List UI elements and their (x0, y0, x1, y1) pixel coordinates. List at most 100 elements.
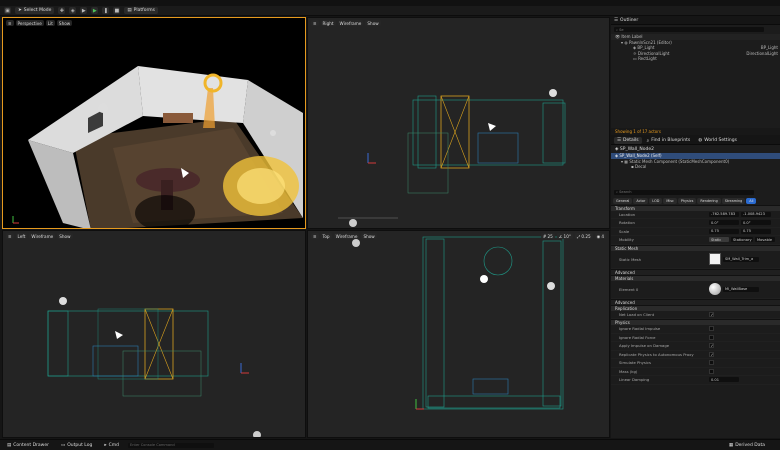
platforms-button[interactable]: ▤ Platforms (124, 7, 158, 14)
show-button[interactable]: Show (365, 20, 381, 26)
camera-speed-icon: ◉ (596, 233, 601, 239)
rotation-x-field[interactable]: 0.0° (709, 220, 739, 226)
pause-icon[interactable]: ❚ (102, 7, 110, 14)
section-label: Advanced (615, 269, 635, 275)
show-button[interactable]: Show (361, 233, 377, 239)
shading-button[interactable]: Wireframe (333, 233, 360, 239)
shading-label: Wireframe (31, 233, 54, 239)
filter-tab-label: Physics (680, 198, 694, 203)
level-icon: ▾ ◍ (621, 39, 630, 45)
viewport-left[interactable]: ≡ Left Wireframe Show (2, 230, 306, 438)
filter-tab-general[interactable]: General (613, 197, 633, 204)
net-load-checkbox[interactable] (709, 311, 714, 317)
show-button[interactable]: Show (56, 20, 73, 26)
material-picker[interactable]: MI_WallBase (723, 286, 759, 292)
viewport-menu-button[interactable]: ≡ (311, 20, 319, 26)
mobility-movable-button[interactable]: Movable (755, 237, 775, 243)
outliner-search-placeholder: Se (619, 27, 624, 32)
cmd-button[interactable]: ▸ Cmd (101, 442, 122, 449)
details-search-placeholder: Search (619, 190, 632, 194)
view-mode-button[interactable]: Perspective (15, 20, 44, 26)
save-icon[interactable]: ▣ (4, 7, 11, 14)
filter-tab-label: Rendering (700, 198, 718, 203)
filter-tab-actor[interactable]: Actor (633, 197, 649, 204)
rotation-y-field[interactable]: 0.0° (741, 220, 771, 226)
view-mode-label: Perspective (17, 20, 42, 26)
static-mesh-picker[interactable]: SM_Wall_Trim_a (723, 256, 759, 262)
angle-snap-button[interactable]: ∠ 10° (556, 233, 573, 239)
viewport-menu-button[interactable]: ≡ (6, 233, 14, 239)
filter-tab-rendering[interactable]: Rendering (697, 197, 721, 204)
view-mode-button[interactable]: Left (15, 233, 28, 239)
output-log-button[interactable]: ▭ Output Log (58, 442, 95, 449)
details-search-input[interactable]: ⌕ Search (614, 189, 754, 195)
globe-icon: ◍ (698, 138, 703, 143)
mobility-stationary-button[interactable]: Stationary (731, 237, 753, 243)
content-drawer-button[interactable]: ▤ Content Drawer (4, 442, 52, 449)
prop-net-load: Net Load on Client (611, 311, 780, 319)
filter-tab-lod[interactable]: LOD (649, 197, 663, 204)
outliner-icon: ☰ (614, 18, 619, 23)
add-actor-icon[interactable]: ✚ (58, 7, 66, 14)
mobility-static-button[interactable]: Static (709, 237, 729, 243)
shading-label: Wireframe (335, 233, 358, 239)
component-decal-label: Decal (634, 164, 647, 170)
prop-label: Static Mesh (619, 256, 642, 262)
derived-data-button[interactable]: ▦ Derived Data (726, 442, 768, 449)
filter-tab-all[interactable]: All (746, 197, 757, 204)
view-mode-button[interactable]: Right (320, 20, 336, 26)
prop-label: Ignore Radial Impulse (619, 326, 661, 332)
physics-checkbox[interactable] (709, 351, 714, 357)
outliner-footer: Showing 1 of 17 actors (611, 128, 780, 135)
show-button[interactable]: Show (57, 233, 73, 239)
location-x-field[interactable]: -762.589.783 (709, 211, 739, 217)
scale-snap-button[interactable]: ⤢ 0.25 (574, 233, 593, 239)
viewport-top[interactable]: ≡ Top Wireframe Show #25 ∠ 10° ⤢ 0.25 ◉ 4 (307, 230, 610, 438)
outliner-search-input[interactable]: ⌕ Se (614, 27, 764, 32)
prop-rotation: Rotation 0.0° 0.0° (611, 219, 780, 228)
filter-tab-misc[interactable]: Misc (663, 197, 677, 204)
scale-y-field[interactable]: 0.75 (741, 228, 771, 234)
shading-button[interactable]: Wireframe (337, 20, 364, 26)
viewport-menu-button[interactable]: ≡ (6, 20, 14, 26)
physics-checkbox[interactable] (709, 334, 714, 340)
blueprint-icon[interactable]: ◈ (69, 7, 77, 14)
status-bar: ▤ Content Drawer ▭ Output Log ▸ Cmd Enter C… (0, 439, 780, 450)
view-mode-button[interactable]: Top (320, 233, 332, 239)
physics-checkbox[interactable] (709, 326, 714, 332)
stop-icon[interactable]: ■ (113, 7, 121, 14)
shading-button[interactable]: Lit (45, 20, 55, 26)
filter-tab-streaming[interactable]: Streaming (721, 197, 746, 204)
cinematics-icon[interactable]: ▶ (80, 7, 88, 14)
option-label: Movable (757, 237, 773, 242)
play-icon[interactable]: ▶ (91, 7, 99, 14)
select-mode-button[interactable]: ➤ Select Mode (15, 7, 55, 14)
physics-checkbox[interactable] (709, 360, 714, 366)
physics-checkbox[interactable] (709, 343, 714, 349)
platforms-label: Platforms (133, 8, 155, 13)
world-settings-tab[interactable]: ◍ World Settings (695, 137, 740, 144)
field-value: 0.75 (743, 229, 752, 234)
viewport-menu-button[interactable]: ≡ (311, 233, 319, 239)
derived-data-label: Derived Data (735, 442, 765, 448)
console-command-input[interactable]: Enter Console Command (128, 442, 214, 448)
outliner-tab[interactable]: ☰ Outliner (611, 17, 780, 25)
filter-tab-physics[interactable]: Physics (677, 197, 697, 204)
outliner-row[interactable]: ▭ RectLight (611, 56, 780, 62)
shading-button[interactable]: Wireframe (29, 233, 56, 239)
viewport-perspective[interactable]: ≡ Perspective Lit Show (2, 17, 306, 229)
view-mode-label: Right (322, 20, 334, 26)
viewport-right[interactable]: ≡ Right Wireframe Show (307, 17, 610, 229)
angle-snap-value: 10° (563, 233, 571, 239)
linear-damping-field[interactable]: 0.01 (709, 377, 739, 383)
physics-checkbox[interactable] (709, 368, 714, 374)
camera-speed-button[interactable]: ◉ 4 (594, 233, 606, 239)
find-in-blueprints-tab[interactable]: ⌕ Find in Blueprints (644, 137, 694, 144)
grid-snap-button[interactable]: #25 (540, 233, 555, 239)
details-actor-name[interactable]: ◈ SP_Wall_Node2 (611, 145, 780, 153)
prop-physics: Ignore Radial Force (611, 334, 780, 342)
details-tab[interactable]: ☰ Details (614, 137, 642, 144)
location-y-field[interactable]: -1.008.9423 (741, 211, 771, 217)
scale-x-field[interactable]: 0.75 (709, 228, 739, 234)
outliner-column-label: Item Label (621, 34, 643, 40)
